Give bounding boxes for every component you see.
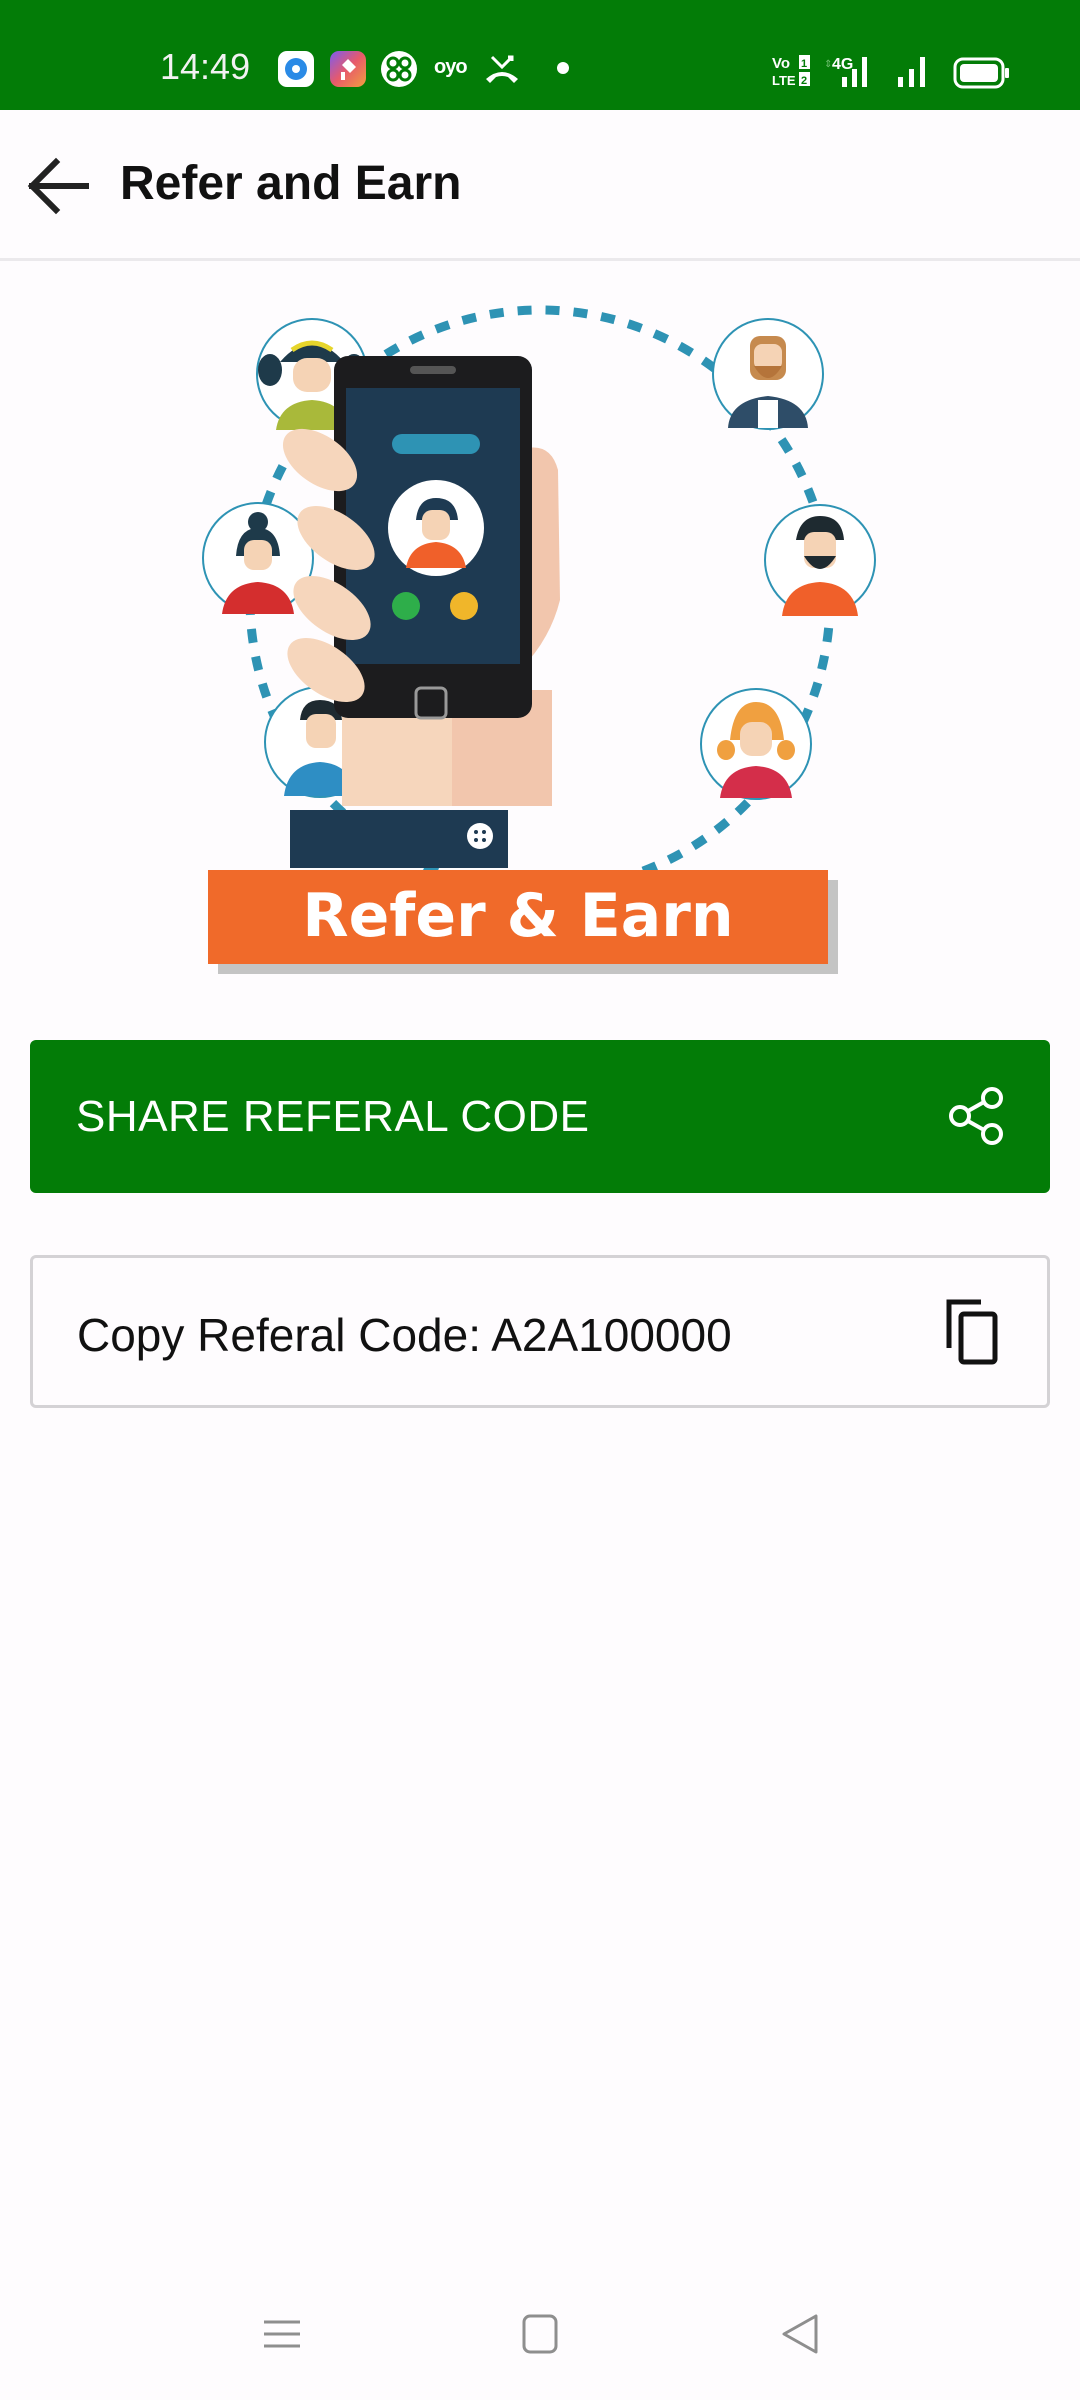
svg-text:Vo: Vo — [772, 55, 790, 72]
battery-icon — [953, 57, 1009, 89]
share-icon — [949, 1087, 1003, 1145]
missed-call-icon — [486, 55, 518, 83]
volte-icon: Vo LTE 1 2 — [772, 55, 810, 88]
refer-earn-illustration: Refer & Earn — [202, 305, 876, 974]
copy-referral-label: Copy Referal Code: A2A100000 — [77, 1309, 732, 1361]
svg-text:1: 1 — [801, 58, 807, 70]
svg-text:4G: 4G — [832, 56, 853, 73]
status-time: 14:49 — [160, 46, 251, 87]
menu-icon[interactable] — [252, 2304, 312, 2364]
avatar-man-beard-vest — [712, 318, 824, 430]
notification-dot-icon — [557, 62, 569, 74]
avatar-girl-orange-hair — [700, 688, 812, 800]
copy-referral-code-box[interactable]: Copy Referal Code: A2A100000 — [30, 1255, 1050, 1408]
signal-sim1-icon: ⇕ 4G — [824, 56, 867, 87]
page-title: Refer and Earn — [120, 157, 462, 210]
oyo-icon: OYO — [434, 56, 468, 78]
app-header: Refer and Earn — [0, 110, 1080, 261]
status-bar: 14:49 OYO Vo LTE 1 2 ⇕ 4G — [0, 0, 1080, 110]
copy-icon[interactable] — [943, 1296, 1003, 1368]
svg-text:LTE: LTE — [772, 73, 796, 88]
arrow-left-icon[interactable] — [22, 150, 94, 222]
share-button-label: SHARE REFERAL CODE — [76, 1092, 590, 1141]
svg-text:2: 2 — [801, 75, 807, 87]
signal-sim2-icon — [898, 57, 925, 87]
gradient-app-icon — [330, 51, 366, 87]
clover-app-icon — [381, 51, 417, 87]
share-referral-code-button[interactable]: SHARE REFERAL CODE — [30, 1040, 1050, 1193]
back-icon[interactable] — [770, 2304, 830, 2364]
banner-text: Refer & Earn — [302, 881, 733, 951]
system-navbar — [0, 2280, 1080, 2400]
avatar-man-beard-orange — [764, 504, 876, 616]
blue-app-icon — [278, 51, 314, 87]
home-icon[interactable] — [510, 2304, 570, 2364]
